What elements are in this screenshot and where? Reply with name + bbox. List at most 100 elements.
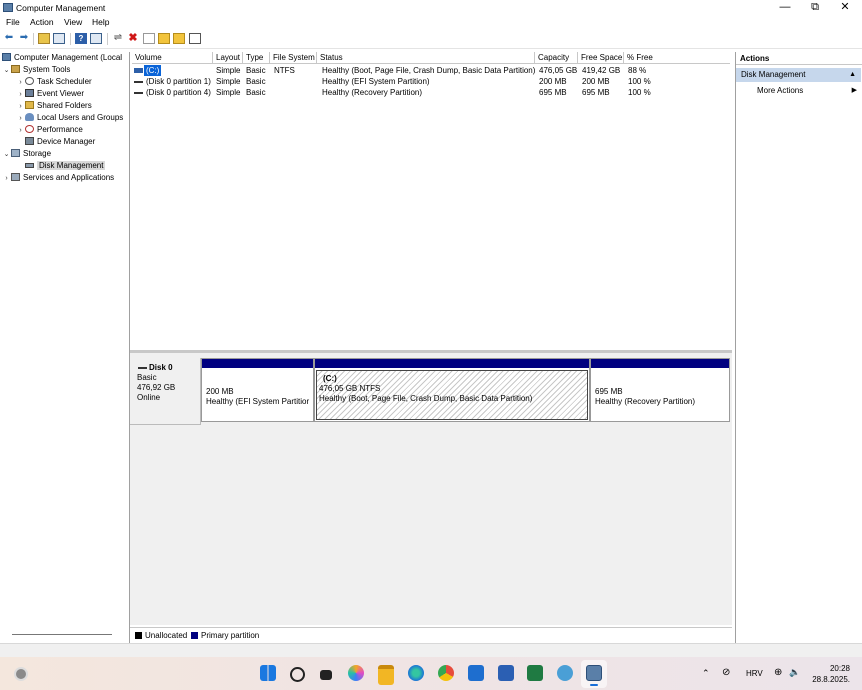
snipping-icon[interactable]	[557, 665, 573, 681]
clock-time[interactable]: 20:28	[826, 664, 850, 673]
weather-widget-icon[interactable]	[14, 667, 28, 681]
tree-item-system-tools[interactable]: ⌄ System Tools	[0, 64, 129, 76]
volume-file-system: NTFS	[274, 66, 295, 75]
active-app-indicator	[590, 684, 598, 686]
volume-name: (Disk 0 partition 1)	[146, 77, 211, 86]
chevron-up-icon[interactable]: ⌃	[702, 668, 710, 679]
menu-view[interactable]: View	[64, 17, 82, 27]
computer-management-app-icon	[3, 3, 13, 12]
shared-folder-icon	[25, 101, 34, 109]
globe-icon[interactable]: ⊕	[774, 667, 782, 678]
volume-status: Healthy (Boot, Page File, Crash Dump, Ba…	[322, 66, 536, 75]
computer-management-icon[interactable]	[586, 665, 602, 681]
action-more-actions[interactable]: More Actions ▶	[736, 85, 861, 97]
window-icon[interactable]	[189, 33, 201, 44]
disk-info-panel[interactable]: Disk 0 Basic 476,92 GB Online	[130, 358, 201, 425]
up-folder-icon[interactable]	[38, 33, 50, 44]
connect-icon[interactable]: ⇌	[112, 33, 124, 44]
tree-item-event-viewer[interactable]: › Event Viewer	[0, 88, 129, 100]
disk-status: Online	[137, 393, 161, 402]
volume-capacity: 476,05 GB	[539, 66, 578, 75]
word-icon[interactable]	[498, 665, 514, 681]
back-icon[interactable]: ⬅	[3, 33, 15, 44]
menu-action[interactable]: Action	[30, 17, 54, 27]
partition-header-bar	[202, 359, 313, 368]
tree-item-performance[interactable]: › Performance	[0, 124, 129, 136]
volume-type: Basic	[246, 77, 266, 86]
search-icon[interactable]	[290, 667, 305, 682]
volume-type: Basic	[246, 66, 266, 75]
edge-icon[interactable]	[408, 665, 424, 681]
disk-icon	[138, 367, 147, 369]
column-header-file-system[interactable]: File System	[270, 52, 317, 64]
toolbar-separator	[107, 33, 108, 45]
column-header-capacity[interactable]: Capacity	[535, 52, 578, 64]
chevron-down-icon[interactable]: ⌄	[2, 65, 11, 77]
chevron-down-icon[interactable]: ⌄	[2, 149, 11, 161]
minimize-button[interactable]: —	[770, 0, 800, 16]
keyboard-language[interactable]: HRV	[746, 669, 763, 678]
table-row[interactable]: (Disk 0 partition 4) Simple Basic Health…	[130, 87, 732, 98]
chevron-right-icon[interactable]: ›	[2, 173, 11, 185]
menu-file[interactable]: File	[6, 17, 20, 27]
file-explorer-icon[interactable]	[378, 665, 394, 685]
users-icon	[25, 113, 34, 121]
tree-item-local-users-groups[interactable]: › Local Users and Groups	[0, 112, 129, 124]
show-hide-tree-icon[interactable]	[53, 33, 65, 44]
volume-layout: Simple	[216, 88, 241, 97]
forward-icon[interactable]: ➡	[18, 33, 30, 44]
open-icon[interactable]	[158, 33, 170, 44]
horizontal-scrollbar[interactable]	[12, 634, 112, 635]
task-view-icon[interactable]	[320, 670, 332, 680]
tree-item-storage[interactable]: ⌄ Storage	[0, 148, 129, 160]
store-icon[interactable]	[468, 665, 484, 681]
copilot-icon[interactable]	[348, 665, 364, 681]
disk-management-pane: Volume Layout Type File System Status Ca…	[130, 52, 732, 644]
actions-title: Actions	[736, 52, 862, 65]
column-header-status[interactable]: Status	[317, 52, 535, 64]
tree-item-services-applications[interactable]: › Services and Applications	[0, 172, 129, 184]
console-icon[interactable]	[90, 33, 102, 44]
volume-capacity: 200 MB	[539, 77, 567, 86]
collapse-arrow-icon[interactable]: ▲	[849, 68, 856, 82]
excel-icon[interactable]	[527, 665, 543, 681]
partition-efi[interactable]: 200 MB Healthy (EFI System Partitior	[201, 358, 314, 422]
status-bar	[0, 643, 862, 658]
tree-item-computer-management[interactable]: Computer Management (Local	[0, 52, 129, 64]
column-header-free-space[interactable]: Free Space	[578, 52, 624, 64]
menu-bar: File Action View Help	[0, 16, 862, 30]
column-header-layout[interactable]: Layout	[213, 52, 243, 64]
column-header-volume[interactable]: Volume	[132, 52, 213, 64]
clock-date[interactable]: 28.8.2025.	[812, 675, 850, 684]
folder-icon[interactable]	[173, 33, 185, 44]
volume-name: (Disk 0 partition 4)	[146, 88, 211, 97]
volume-capacity: 695 MB	[539, 88, 567, 97]
disk-graphical-view: Disk 0 Basic 476,92 GB Online 200 MB Hea…	[130, 350, 732, 625]
volume-free-space: 419,42 GB	[582, 66, 621, 75]
volume-percent-free: 88 %	[628, 66, 647, 75]
properties-icon[interactable]	[143, 33, 155, 44]
partition-c[interactable]: (C:) 476,05 GB NTFS Healthy (Boot, Page …	[314, 358, 590, 422]
table-row[interactable]: (Disk 0 partition 1) Simple Basic Health…	[130, 76, 732, 87]
tree-item-task-scheduler[interactable]: › Task Scheduler	[0, 76, 129, 88]
close-button[interactable]: ✕	[830, 0, 860, 16]
actions-section-disk-management[interactable]: Disk Management ▲	[736, 68, 861, 82]
tree-item-device-manager[interactable]: Device Manager	[0, 136, 129, 148]
start-icon[interactable]	[260, 665, 276, 681]
menu-help[interactable]: Help	[92, 17, 109, 27]
table-row[interactable]: (C:) Simple Basic NTFS Healthy (Boot, Pa…	[130, 65, 732, 76]
tree-item-disk-management[interactable]: Disk Management	[0, 160, 129, 172]
partition-recovery[interactable]: 695 MB Healthy (Recovery Partition)	[590, 358, 730, 422]
column-header-type[interactable]: Type	[243, 52, 270, 64]
services-icon	[11, 173, 20, 181]
more-actions-label: More Actions	[757, 86, 804, 95]
maximize-button[interactable]: ⧉	[800, 0, 830, 16]
chrome-icon[interactable]	[438, 665, 454, 681]
tree-item-shared-folders[interactable]: › Shared Folders	[0, 100, 129, 112]
column-header-percent-free[interactable]: % Free	[624, 52, 730, 64]
network-icon[interactable]: ⊘	[722, 667, 730, 678]
toolbar-separator	[33, 33, 34, 45]
help-icon[interactable]: ?	[75, 33, 87, 44]
volume-icon[interactable]: 🔈	[789, 667, 800, 678]
delete-icon[interactable]: ✖	[127, 33, 139, 44]
